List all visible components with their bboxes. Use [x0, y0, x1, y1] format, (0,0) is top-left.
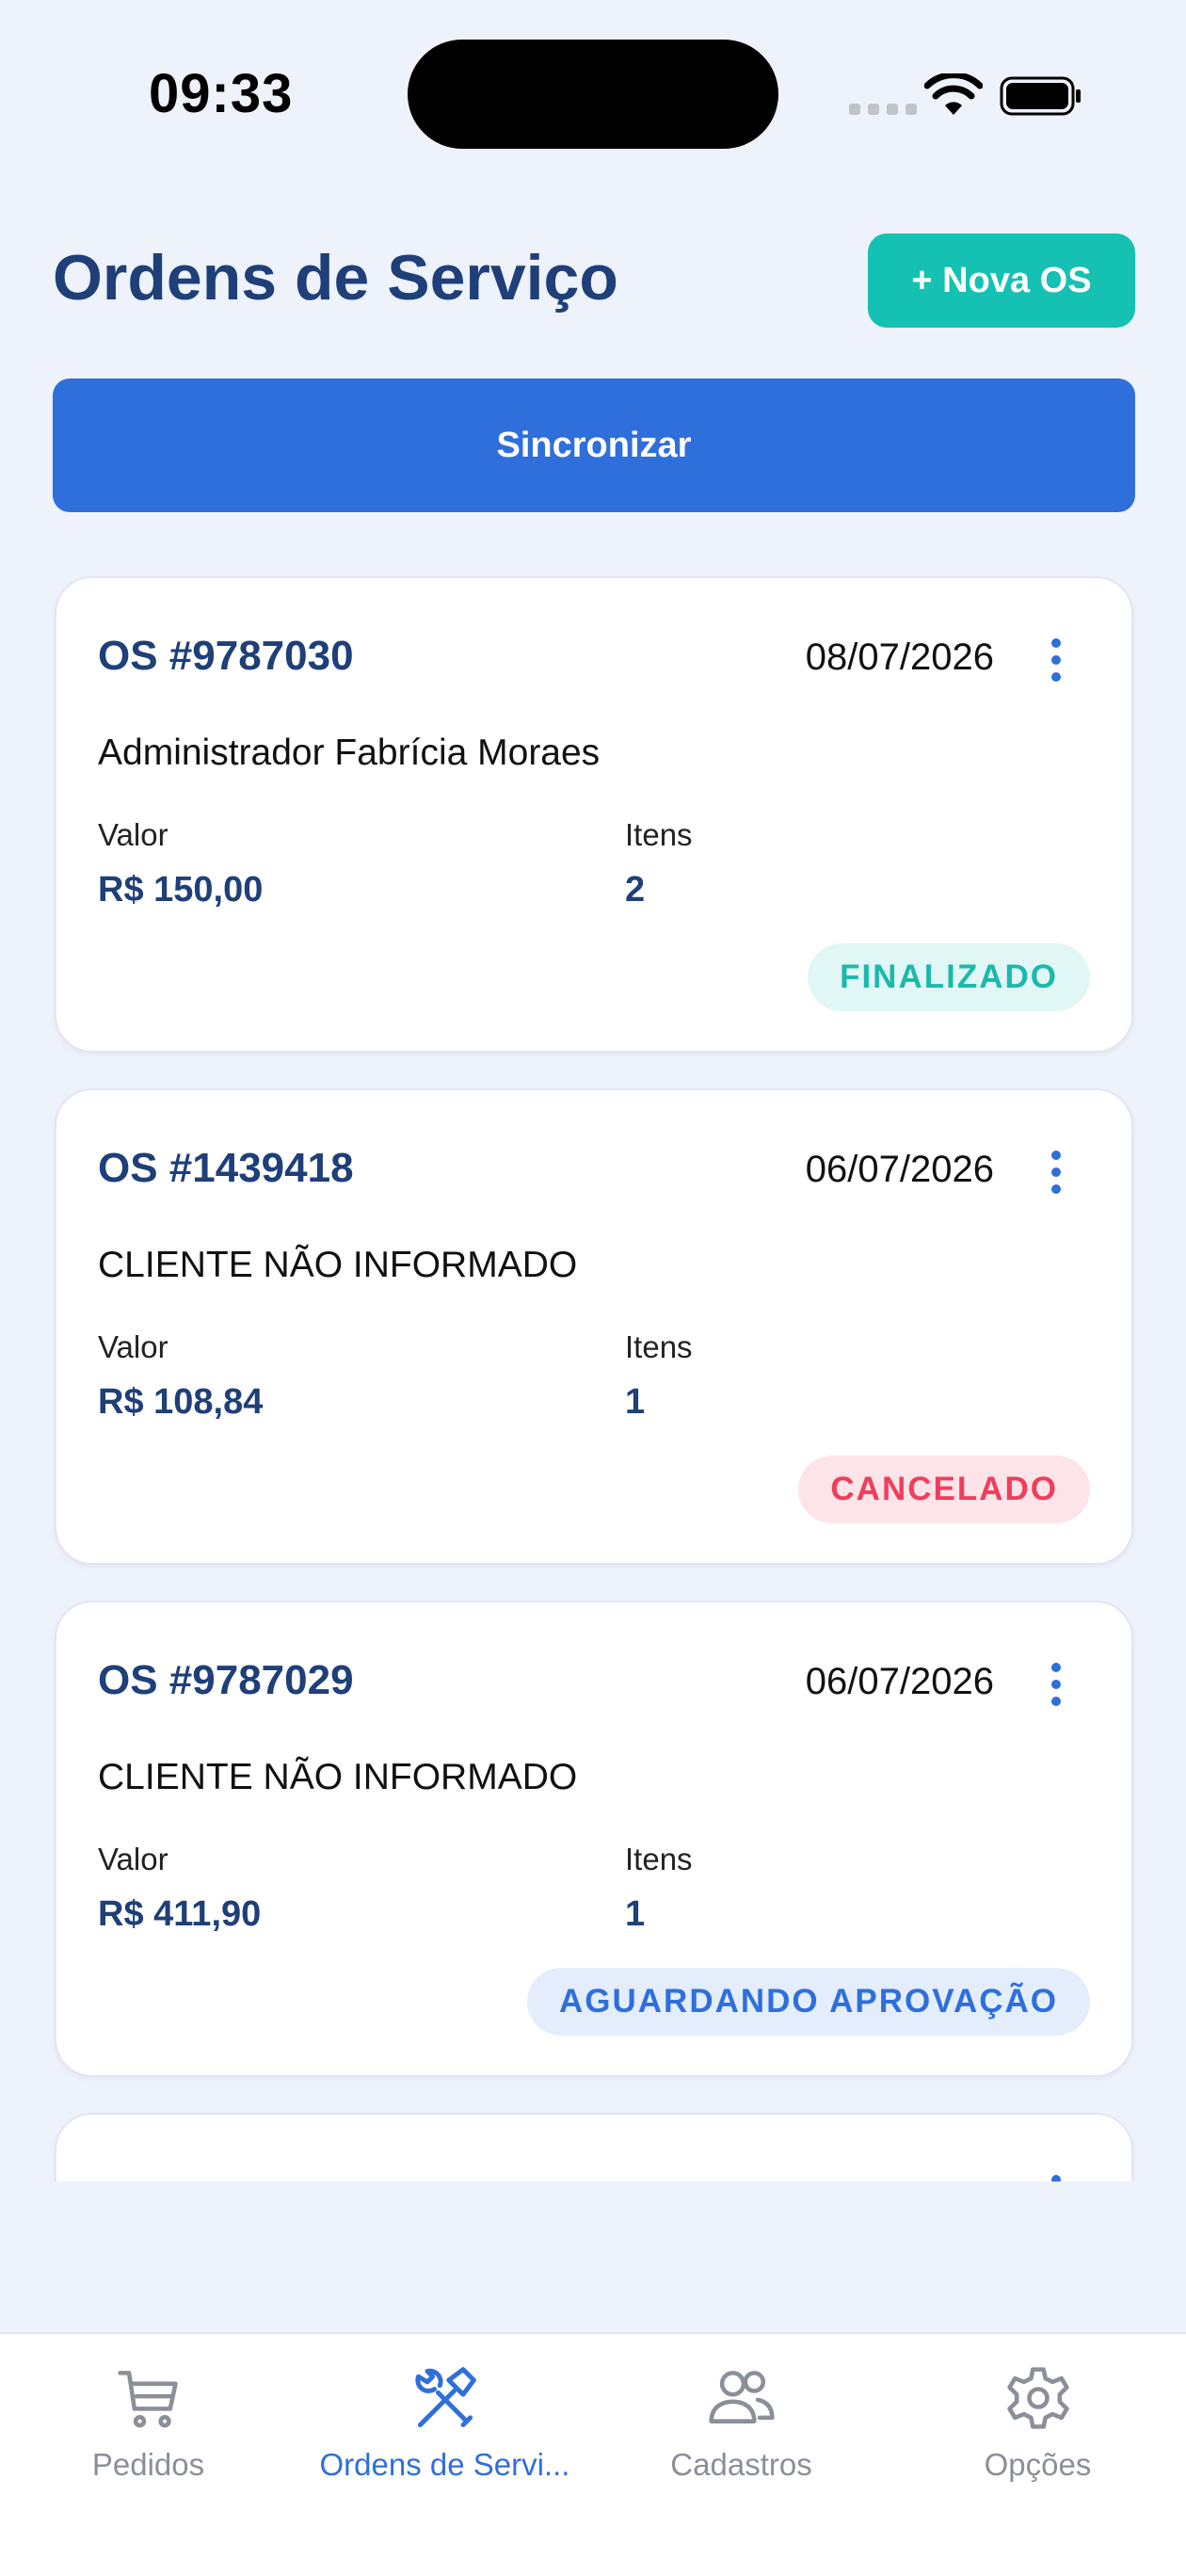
- more-options-icon[interactable]: [1037, 1139, 1075, 1205]
- itens-value: 1: [625, 1894, 646, 1934]
- order-card[interactable]: OS #9787030 08/07/2026 Administrador Fab…: [55, 576, 1133, 1053]
- order-number: OS #9787030: [98, 633, 354, 679]
- order-client: CLIENTE NÃO INFORMADO: [98, 1757, 578, 1797]
- page-title: Ordens de Serviço: [53, 242, 618, 314]
- valor-label: Valor: [98, 1842, 168, 1876]
- valor-label: Valor: [98, 817, 168, 852]
- tab-label: Ordens de Servi...: [319, 2447, 570, 2482]
- tab-pedidos[interactable]: Pedidos: [0, 2362, 296, 2494]
- valor-value: R$ 411,90: [98, 1894, 262, 1934]
- more-options-icon[interactable]: [1037, 627, 1075, 693]
- itens-value: 2: [625, 870, 646, 910]
- order-date: 06/07/2026: [805, 1661, 994, 1702]
- battery-icon: [1000, 76, 1081, 116]
- tab-opcoes[interactable]: Opções: [890, 2362, 1186, 2494]
- new-os-button[interactable]: + Nova OS: [868, 233, 1135, 328]
- tab-bar: Pedidos Ordens de Servi... Cadastros Opç…: [0, 2332, 1186, 2576]
- orders-list[interactable]: OS #9787030 08/07/2026 Administrador Fab…: [0, 565, 1186, 2182]
- more-options-icon[interactable]: [1037, 2164, 1075, 2182]
- order-card[interactable]: [55, 2113, 1133, 2182]
- valor-value: R$ 150,00: [98, 870, 264, 910]
- status-time: 09:33: [149, 63, 294, 124]
- itens-value: 1: [625, 1382, 646, 1422]
- valor-value: R$ 108,84: [98, 1382, 264, 1422]
- status-badge: CANCELADO: [798, 1456, 1090, 1523]
- cellular-signal-icon: [849, 104, 917, 115]
- itens-label: Itens: [625, 1329, 693, 1364]
- tools-icon: [414, 2367, 476, 2427]
- gear-icon: [1006, 2367, 1069, 2429]
- tab-ordens-de-servico[interactable]: Ordens de Servi...: [296, 2362, 593, 2494]
- users-icon: [708, 2371, 775, 2423]
- cart-icon: [117, 2371, 178, 2428]
- tab-label: Opções: [984, 2447, 1092, 2482]
- order-client: CLIENTE NÃO INFORMADO: [98, 1245, 578, 1285]
- tab-label: Cadastros: [670, 2447, 812, 2482]
- sync-button[interactable]: Sincronizar: [53, 378, 1135, 512]
- more-options-icon[interactable]: [1037, 1651, 1075, 1717]
- order-client: Administrador Fabrícia Moraes: [98, 733, 601, 773]
- status-badge: AGUARDANDO APROVAÇÃO: [527, 1968, 1090, 2036]
- itens-label: Itens: [625, 1842, 693, 1876]
- order-card[interactable]: OS #1439418 06/07/2026 CLIENTE NÃO INFOR…: [55, 1088, 1133, 1565]
- order-date: 06/07/2026: [805, 1149, 994, 1190]
- order-card[interactable]: OS #9787029 06/07/2026 CLIENTE NÃO INFOR…: [55, 1601, 1133, 2077]
- valor-label: Valor: [98, 1329, 168, 1364]
- order-date: 08/07/2026: [805, 636, 994, 678]
- tab-label: Pedidos: [91, 2447, 205, 2482]
- status-badge: FINALIZADO: [808, 943, 1090, 1011]
- order-number: OS #9787029: [98, 1657, 354, 1703]
- itens-label: Itens: [625, 817, 693, 852]
- tab-cadastros[interactable]: Cadastros: [593, 2362, 890, 2494]
- dynamic-island: [408, 40, 778, 149]
- wifi-icon: [924, 73, 983, 115]
- screen: 09:33 Ordens de Serviço + Nova OS Sincro…: [0, 0, 1186, 2576]
- order-number: OS #1439418: [98, 1145, 354, 1191]
